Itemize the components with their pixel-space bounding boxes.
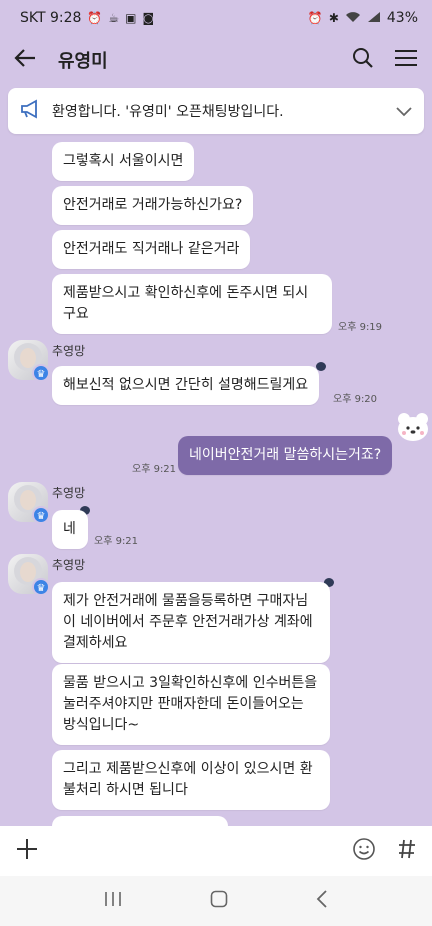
- emoji-button[interactable]: [352, 837, 376, 865]
- recent-apps-icon: [105, 892, 121, 906]
- crown-icon: ♛: [32, 506, 50, 524]
- home-icon: [210, 890, 228, 908]
- bear-sticker-icon: [396, 412, 430, 446]
- alarm-icon: ⏰: [87, 11, 103, 25]
- back-arrow-icon: [14, 49, 35, 67]
- sender-name: 추영망: [52, 486, 86, 500]
- battery-level: 43%: [386, 10, 418, 26]
- chat-header: 유영미: [0, 36, 432, 84]
- coffee-icon: ☕: [108, 11, 120, 25]
- crown-icon: ♛: [32, 578, 50, 596]
- input-bar: [0, 826, 432, 876]
- message-bubble[interactable]: 안전거래도 직거래나 같은거라: [52, 230, 251, 269]
- back-nav-button[interactable]: [316, 890, 328, 912]
- message-bubble[interactable]: 네: [52, 510, 88, 549]
- message-time: 오후 9:21: [94, 536, 139, 547]
- chat-area[interactable]: 그렇혹시 서울이시면 안전거래로 거래가능하신가요? 안전거래도 직거래나 같은…: [0, 134, 432, 826]
- message-bubble[interactable]: 물품 받으시고 3일확인하신후에 인수버튼을 눌러주셔야지만 판매자한데 돈이들…: [52, 664, 330, 745]
- avatar[interactable]: ♛: [8, 340, 50, 382]
- message-bubble[interactable]: 그리고 제품받으신후에 이상이 있으시면 환불처리 하시면 됩니다: [52, 750, 330, 810]
- signal-icon: [367, 11, 381, 26]
- emoji-icon: [353, 838, 375, 860]
- notice-banner[interactable]: 환영합니다. '유영미' 오픈채팅방입니다.: [8, 88, 424, 134]
- status-bar: SKT 9:28 ⏰ ☕ ▣ ◙ ⏰ ✱ 43%: [0, 0, 432, 36]
- avatar[interactable]: ♛: [8, 482, 50, 524]
- recent-apps-button[interactable]: [104, 891, 122, 911]
- chevron-down-icon[interactable]: [396, 102, 412, 121]
- hamburger-menu-icon: [395, 50, 417, 66]
- menu-button[interactable]: [394, 48, 418, 72]
- sender-name: 추영망: [52, 558, 86, 572]
- back-button[interactable]: [14, 47, 48, 73]
- megaphone-icon: [20, 99, 42, 123]
- chat-title: 유영미: [58, 51, 108, 72]
- my-message-bubble[interactable]: 네이버안전거래 말씀하시는거죠?: [178, 436, 393, 475]
- hash-button[interactable]: [398, 839, 416, 863]
- message-bubble[interactable]: 제품받으시고 확인하신후에 돈주시면 되시구요: [52, 274, 332, 334]
- plus-icon: [17, 839, 37, 859]
- message-bubble[interactable]: 안전거래로 거래가능하신가요?: [52, 186, 254, 225]
- home-button[interactable]: [210, 890, 228, 912]
- message-bubble[interactable]: 제가 안전거래에 물품을등록하면 구매자님이 네이버에서 주문후 안전거래가상 …: [52, 582, 330, 663]
- reaction-icon: [316, 362, 326, 371]
- chat-icon: ◙: [142, 11, 155, 25]
- notice-text: 환영합니다. '유영미' 오픈채팅방입니다.: [52, 104, 284, 120]
- message-bubble[interactable]: 해보신적 없으시면 간단히 설명해드릴게요: [52, 366, 320, 405]
- search-button[interactable]: [352, 47, 374, 73]
- avatar[interactable]: ♛: [8, 554, 50, 596]
- message-time: 오후 9:20: [333, 394, 378, 405]
- carrier-time: SKT 9:28: [20, 10, 82, 26]
- search-icon: [353, 48, 373, 68]
- plus-button[interactable]: [16, 838, 38, 864]
- sender-name: 추영망: [52, 344, 86, 358]
- message-bubble-partial[interactable]: [52, 816, 228, 826]
- message-time: 오후 9:19: [338, 322, 383, 333]
- bluetooth-icon: ✱: [328, 11, 339, 25]
- hash-icon: [399, 839, 415, 859]
- back-nav-icon: [316, 890, 327, 908]
- wifi-icon: [345, 11, 361, 26]
- system-nav-bar: [0, 876, 432, 926]
- message-bubble[interactable]: 그렇혹시 서울이시면: [52, 142, 195, 181]
- image-icon: ▣: [125, 11, 137, 25]
- crown-icon: ♛: [32, 364, 50, 382]
- message-time: 오후 9:21: [132, 464, 177, 475]
- alarm-icon-right: ⏰: [307, 11, 323, 25]
